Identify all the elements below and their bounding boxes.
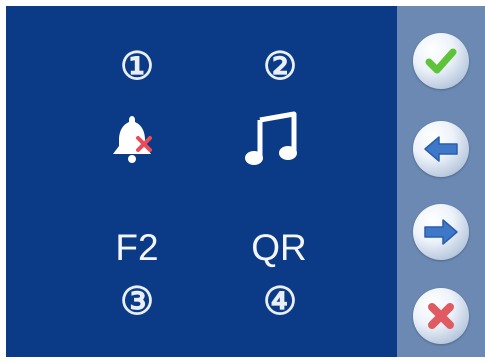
back-button[interactable] [413, 121, 469, 177]
device-screen: ① ② F2 ③ QR ④ [0, 0, 485, 363]
option-number-4: ④ [262, 281, 298, 323]
music-note-icon[interactable] [242, 108, 306, 173]
close-icon [428, 303, 454, 329]
option-number-1: ① [119, 46, 155, 88]
options-panel [6, 6, 397, 357]
check-icon [425, 48, 457, 74]
option-label-f2[interactable]: F2 [97, 229, 177, 266]
forward-button[interactable] [413, 204, 469, 260]
arrow-left-icon [424, 136, 458, 162]
arrow-right-icon [424, 219, 458, 245]
cancel-button[interactable] [413, 288, 469, 344]
option-label-qr[interactable]: QR [239, 229, 319, 266]
option-number-2: ② [262, 46, 298, 88]
confirm-button[interactable] [413, 33, 469, 89]
bell-muted-icon[interactable] [106, 110, 162, 171]
option-number-3: ③ [119, 281, 155, 323]
